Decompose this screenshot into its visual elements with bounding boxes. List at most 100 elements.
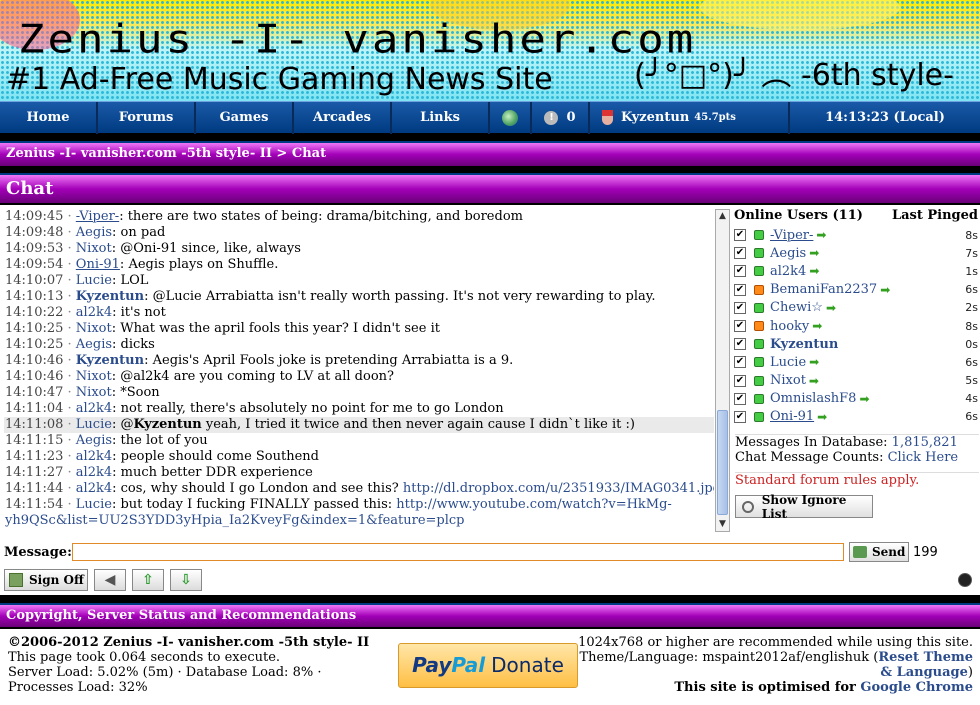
message-separator: · xyxy=(63,305,76,320)
nav-forums[interactable]: Forums xyxy=(98,101,196,134)
message-user[interactable]: Aegis xyxy=(76,337,112,352)
message-user[interactable]: Nixot xyxy=(76,321,112,336)
online-user-name[interactable]: Kyzentun xyxy=(770,337,838,352)
send-button[interactable]: Send xyxy=(849,542,909,562)
message-user[interactable]: al2k4 xyxy=(76,305,112,320)
message-user[interactable]: Nixot xyxy=(76,241,112,256)
message-user[interactable]: Kyzentun xyxy=(76,289,144,304)
user-checkbox[interactable]: ✔ xyxy=(734,265,746,278)
paypal-logo-pay: Pay xyxy=(412,653,452,677)
chars-remaining: 199 xyxy=(913,544,938,560)
go-arrow-icon[interactable]: ➡ xyxy=(817,410,827,424)
nav-links[interactable]: Links xyxy=(392,101,490,134)
chrome-link[interactable]: Google Chrome xyxy=(860,680,973,695)
message-user[interactable]: Aegis xyxy=(76,433,112,448)
message-user[interactable]: Lucie xyxy=(76,497,112,512)
user-checkbox[interactable]: ✔ xyxy=(734,229,746,242)
message-counts-link[interactable]: Click Here xyxy=(888,450,959,465)
paypal-donate-button[interactable]: Pay Pal Donate xyxy=(398,643,578,688)
user-checkbox[interactable]: ✔ xyxy=(734,301,746,314)
message-user[interactable]: Lucie xyxy=(76,273,112,288)
go-arrow-icon[interactable]: ➡ xyxy=(809,246,819,260)
go-arrow-icon[interactable]: ➡ xyxy=(826,301,836,315)
message-colon: : xyxy=(119,209,128,224)
user-checkbox[interactable]: ✔ xyxy=(734,320,746,333)
main-nav: Home Forums Games Arcades Links ! 0 Kyze… xyxy=(0,101,980,134)
online-user-name[interactable]: Aegis xyxy=(770,246,806,261)
online-user-name[interactable]: Lucie xyxy=(770,355,806,370)
user-checkbox[interactable]: ✔ xyxy=(734,410,746,423)
message-separator: · xyxy=(63,257,76,272)
scroll-up-icon[interactable]: ▲ xyxy=(716,210,729,223)
user-checkbox[interactable]: ✔ xyxy=(734,283,746,296)
message-link[interactable]: http://dl.dropbox.com/u/2351933/IMAG0341… xyxy=(403,481,714,496)
arrow-down-icon[interactable]: ⇩ xyxy=(170,569,202,591)
message-time: 14:11:27 xyxy=(5,465,64,480)
reset-theme-link[interactable]: Reset Theme & Language xyxy=(878,650,973,680)
page-time: This page took 0.064 seconds to execute. xyxy=(8,650,281,665)
go-arrow-icon[interactable]: ➡ xyxy=(880,283,890,297)
chat-scrollbar[interactable]: ▲ ▼ xyxy=(715,209,730,532)
user-checkbox[interactable]: ✔ xyxy=(734,374,746,387)
online-user-name[interactable]: Oni-91 xyxy=(770,409,814,424)
message-user[interactable]: Aegis xyxy=(76,225,112,240)
scroll-down-icon[interactable]: ▼ xyxy=(716,518,729,531)
alert-icon: ! xyxy=(544,110,559,125)
notification-count: 0 xyxy=(566,110,576,125)
message-user[interactable]: al2k4 xyxy=(76,465,112,480)
go-arrow-icon[interactable]: ➡ xyxy=(809,264,819,278)
message-user[interactable]: Nixot xyxy=(76,385,112,400)
nav-arcades[interactable]: Arcades xyxy=(294,101,392,134)
message-user[interactable]: -Viper- xyxy=(76,209,119,224)
chat-message: 14:10:25 · Aegis: dicks xyxy=(4,337,714,353)
message-separator: · xyxy=(63,465,76,480)
go-arrow-icon[interactable]: ➡ xyxy=(816,228,826,242)
scroll-thumb[interactable] xyxy=(717,410,728,515)
online-user-name[interactable]: BemaniFan2237 xyxy=(770,282,877,297)
last-pinged: 6s xyxy=(965,355,978,369)
db-count[interactable]: 1,815,821 xyxy=(892,435,958,450)
globe-icon[interactable] xyxy=(490,101,532,134)
online-user-name[interactable]: hooky xyxy=(770,319,809,334)
online-user-name[interactable]: al2k4 xyxy=(770,264,806,279)
message-user[interactable]: Nixot xyxy=(76,369,112,384)
breadcrumb[interactable]: Zenius -I- vanisher.com -5th style- II >… xyxy=(0,141,980,166)
go-arrow-icon[interactable]: ➡ xyxy=(809,355,819,369)
message-user[interactable]: al2k4 xyxy=(76,449,112,464)
go-arrow-icon[interactable]: ➡ xyxy=(859,392,869,406)
banner-subtitle: #1 Ad-Free Music Gaming News Site xyxy=(6,62,553,97)
message-user[interactable]: al2k4 xyxy=(76,481,112,496)
sound-toggle-icon[interactable]: ◀ xyxy=(94,569,126,591)
message-user[interactable]: Oni-91 xyxy=(76,257,120,272)
go-arrow-icon[interactable]: ➡ xyxy=(809,374,819,388)
user-checkbox[interactable]: ✔ xyxy=(734,338,746,351)
nav-games[interactable]: Games xyxy=(196,101,294,134)
online-user-name[interactable]: Chewi☆ xyxy=(770,300,823,315)
sign-off-button[interactable]: Sign Off xyxy=(4,569,88,591)
chat-message: 14:11:23 · al2k4: people should come Sou… xyxy=(4,449,714,465)
message-time: 14:11:23 xyxy=(5,449,64,464)
online-user-name[interactable]: Nixot xyxy=(770,373,806,388)
user-checkbox[interactable]: ✔ xyxy=(734,392,746,405)
notifications-button[interactable]: ! 0 xyxy=(532,101,590,134)
sign-off-label: Sign Off xyxy=(29,573,84,587)
user-checkbox[interactable]: ✔ xyxy=(734,356,746,369)
moon-icon[interactable] xyxy=(958,573,972,587)
arrow-up-icon[interactable]: ⇧ xyxy=(132,569,164,591)
go-arrow-icon[interactable]: ➡ xyxy=(812,319,822,333)
message-time: 14:09:48 xyxy=(5,225,64,240)
last-pinged: 1s xyxy=(965,264,978,278)
message-input[interactable] xyxy=(72,543,844,561)
online-user-list: ✔ -Viper- ➡ 8s ✔ Aegis ➡ 7s ✔ al2k4 ➡ 1s ✔ BemaniFan2… xyxy=(734,226,978,426)
user-profile-link[interactable]: Kyzentun 45.7pts xyxy=(590,101,790,134)
nav-home[interactable]: Home xyxy=(0,101,98,134)
message-user[interactable]: Kyzentun xyxy=(76,353,144,368)
message-user[interactable]: Lucie xyxy=(76,417,112,432)
online-user-name[interactable]: -Viper- xyxy=(770,228,813,243)
status-icon xyxy=(754,411,764,422)
user-checkbox[interactable]: ✔ xyxy=(734,247,746,260)
rules-link[interactable]: Standard forum rules apply. xyxy=(735,472,979,488)
show-ignore-list-button[interactable]: Show Ignore List xyxy=(735,493,873,521)
message-user[interactable]: al2k4 xyxy=(76,401,112,416)
online-user-name[interactable]: OmnislashF8 xyxy=(770,391,856,406)
